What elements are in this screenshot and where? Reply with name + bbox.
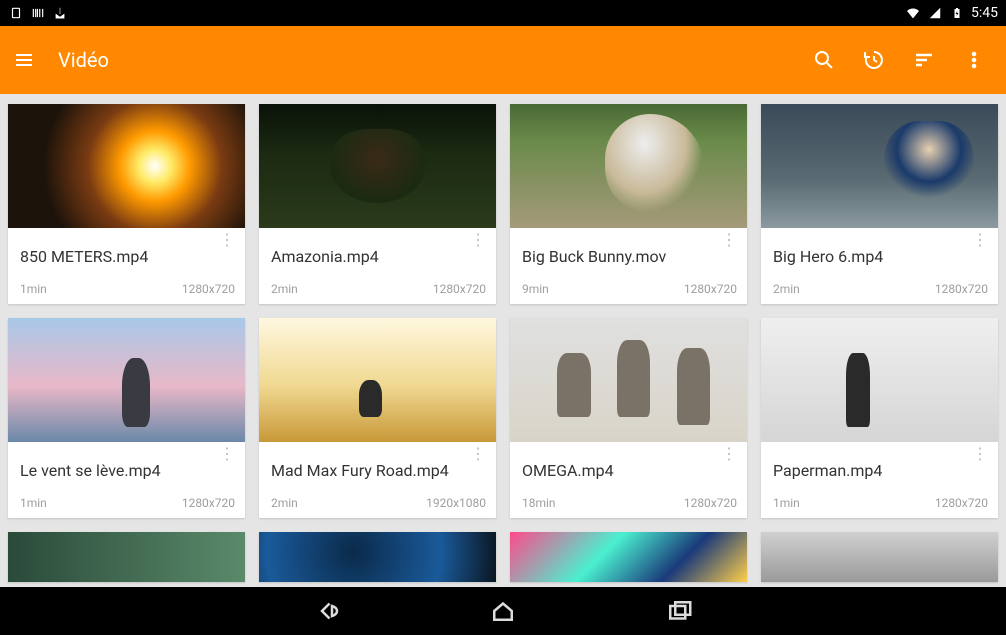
signal-icon bbox=[927, 5, 943, 21]
video-thumbnail[interactable] bbox=[510, 318, 747, 442]
statusbar: 5:45 bbox=[0, 0, 1006, 26]
video-thumbnail[interactable] bbox=[8, 318, 245, 442]
video-thumbnail[interactable] bbox=[8, 532, 245, 582]
back-icon[interactable] bbox=[309, 593, 345, 629]
video-duration: 2min bbox=[271, 282, 298, 296]
video-card[interactable] bbox=[8, 532, 245, 582]
video-thumbnail[interactable] bbox=[259, 532, 496, 582]
video-duration: 1min bbox=[20, 282, 47, 296]
video-title: Big Hero 6.mp4 bbox=[773, 247, 966, 266]
video-card[interactable] bbox=[761, 532, 998, 582]
video-item-menu-icon[interactable]: ⋮ bbox=[213, 452, 241, 456]
toolbar: Vidéo bbox=[0, 26, 1006, 94]
video-item-menu-icon[interactable]: ⋮ bbox=[464, 238, 492, 242]
video-duration: 1min bbox=[20, 496, 47, 510]
video-title: Amazonia.mp4 bbox=[271, 247, 464, 266]
video-card[interactable]: Le vent se lève.mp4 ⋮ 1min 1280x720 bbox=[8, 318, 245, 518]
recent-apps-icon[interactable] bbox=[661, 593, 697, 629]
video-item-menu-icon[interactable]: ⋮ bbox=[966, 452, 994, 456]
video-title: Big Buck Bunny.mov bbox=[522, 247, 715, 266]
video-title: Paperman.mp4 bbox=[773, 461, 966, 480]
video-grid[interactable]: 850 METERS.mp4 ⋮ 1min 1280x720 Amazonia.… bbox=[0, 94, 1006, 587]
video-card[interactable]: Big Hero 6.mp4 ⋮ 2min 1280x720 bbox=[761, 104, 998, 304]
video-thumbnail[interactable] bbox=[761, 104, 998, 228]
barcode-icon bbox=[30, 5, 46, 21]
video-duration: 18min bbox=[522, 496, 556, 510]
video-title: OMEGA.mp4 bbox=[522, 461, 715, 480]
screen-lock-icon bbox=[8, 5, 24, 21]
system-navbar bbox=[0, 587, 1006, 635]
video-resolution: 1280x720 bbox=[182, 282, 235, 296]
video-item-menu-icon[interactable]: ⋮ bbox=[464, 452, 492, 456]
video-item-menu-icon[interactable]: ⋮ bbox=[213, 238, 241, 242]
video-thumbnail[interactable] bbox=[761, 532, 998, 582]
video-card[interactable]: Paperman.mp4 ⋮ 1min 1280x720 bbox=[761, 318, 998, 518]
video-resolution: 1280x720 bbox=[182, 496, 235, 510]
video-duration: 2min bbox=[271, 496, 298, 510]
video-thumbnail[interactable] bbox=[510, 104, 747, 228]
video-card[interactable]: Big Buck Bunny.mov ⋮ 9min 1280x720 bbox=[510, 104, 747, 304]
history-icon[interactable] bbox=[854, 40, 894, 80]
video-card[interactable]: OMEGA.mp4 ⋮ 18min 1280x720 bbox=[510, 318, 747, 518]
video-duration: 1min bbox=[773, 496, 800, 510]
search-icon[interactable] bbox=[804, 40, 844, 80]
video-card[interactable]: 850 METERS.mp4 ⋮ 1min 1280x720 bbox=[8, 104, 245, 304]
download-icon bbox=[52, 5, 68, 21]
video-duration: 2min bbox=[773, 282, 800, 296]
video-thumbnail[interactable] bbox=[259, 104, 496, 228]
overflow-menu-icon[interactable] bbox=[954, 40, 994, 80]
video-resolution: 1280x720 bbox=[684, 282, 737, 296]
video-thumbnail[interactable] bbox=[259, 318, 496, 442]
video-card[interactable]: Amazonia.mp4 ⋮ 2min 1280x720 bbox=[259, 104, 496, 304]
video-card[interactable]: Mad Max Fury Road.mp4 ⋮ 2min 1920x1080 bbox=[259, 318, 496, 518]
video-title: Le vent se lève.mp4 bbox=[20, 461, 213, 480]
menu-icon[interactable] bbox=[4, 40, 44, 80]
video-resolution: 1280x720 bbox=[935, 496, 988, 510]
page-title: Vidéo bbox=[58, 48, 109, 72]
video-thumbnail[interactable] bbox=[761, 318, 998, 442]
video-card[interactable] bbox=[259, 532, 496, 582]
video-duration: 9min bbox=[522, 282, 549, 296]
video-resolution: 1280x720 bbox=[935, 282, 988, 296]
video-card[interactable] bbox=[510, 532, 747, 582]
video-resolution: 1280x720 bbox=[433, 282, 486, 296]
sort-icon[interactable] bbox=[904, 40, 944, 80]
video-resolution: 1920x1080 bbox=[426, 496, 486, 510]
video-item-menu-icon[interactable]: ⋮ bbox=[715, 238, 743, 242]
video-item-menu-icon[interactable]: ⋮ bbox=[966, 238, 994, 242]
video-item-menu-icon[interactable]: ⋮ bbox=[715, 452, 743, 456]
video-thumbnail[interactable] bbox=[8, 104, 245, 228]
video-title: Mad Max Fury Road.mp4 bbox=[271, 461, 464, 480]
home-icon[interactable] bbox=[485, 593, 521, 629]
clock: 5:45 bbox=[971, 5, 998, 21]
video-resolution: 1280x720 bbox=[684, 496, 737, 510]
video-title: 850 METERS.mp4 bbox=[20, 247, 213, 266]
wifi-icon bbox=[905, 5, 921, 21]
battery-charging-icon bbox=[949, 5, 965, 21]
video-thumbnail[interactable] bbox=[510, 532, 747, 582]
